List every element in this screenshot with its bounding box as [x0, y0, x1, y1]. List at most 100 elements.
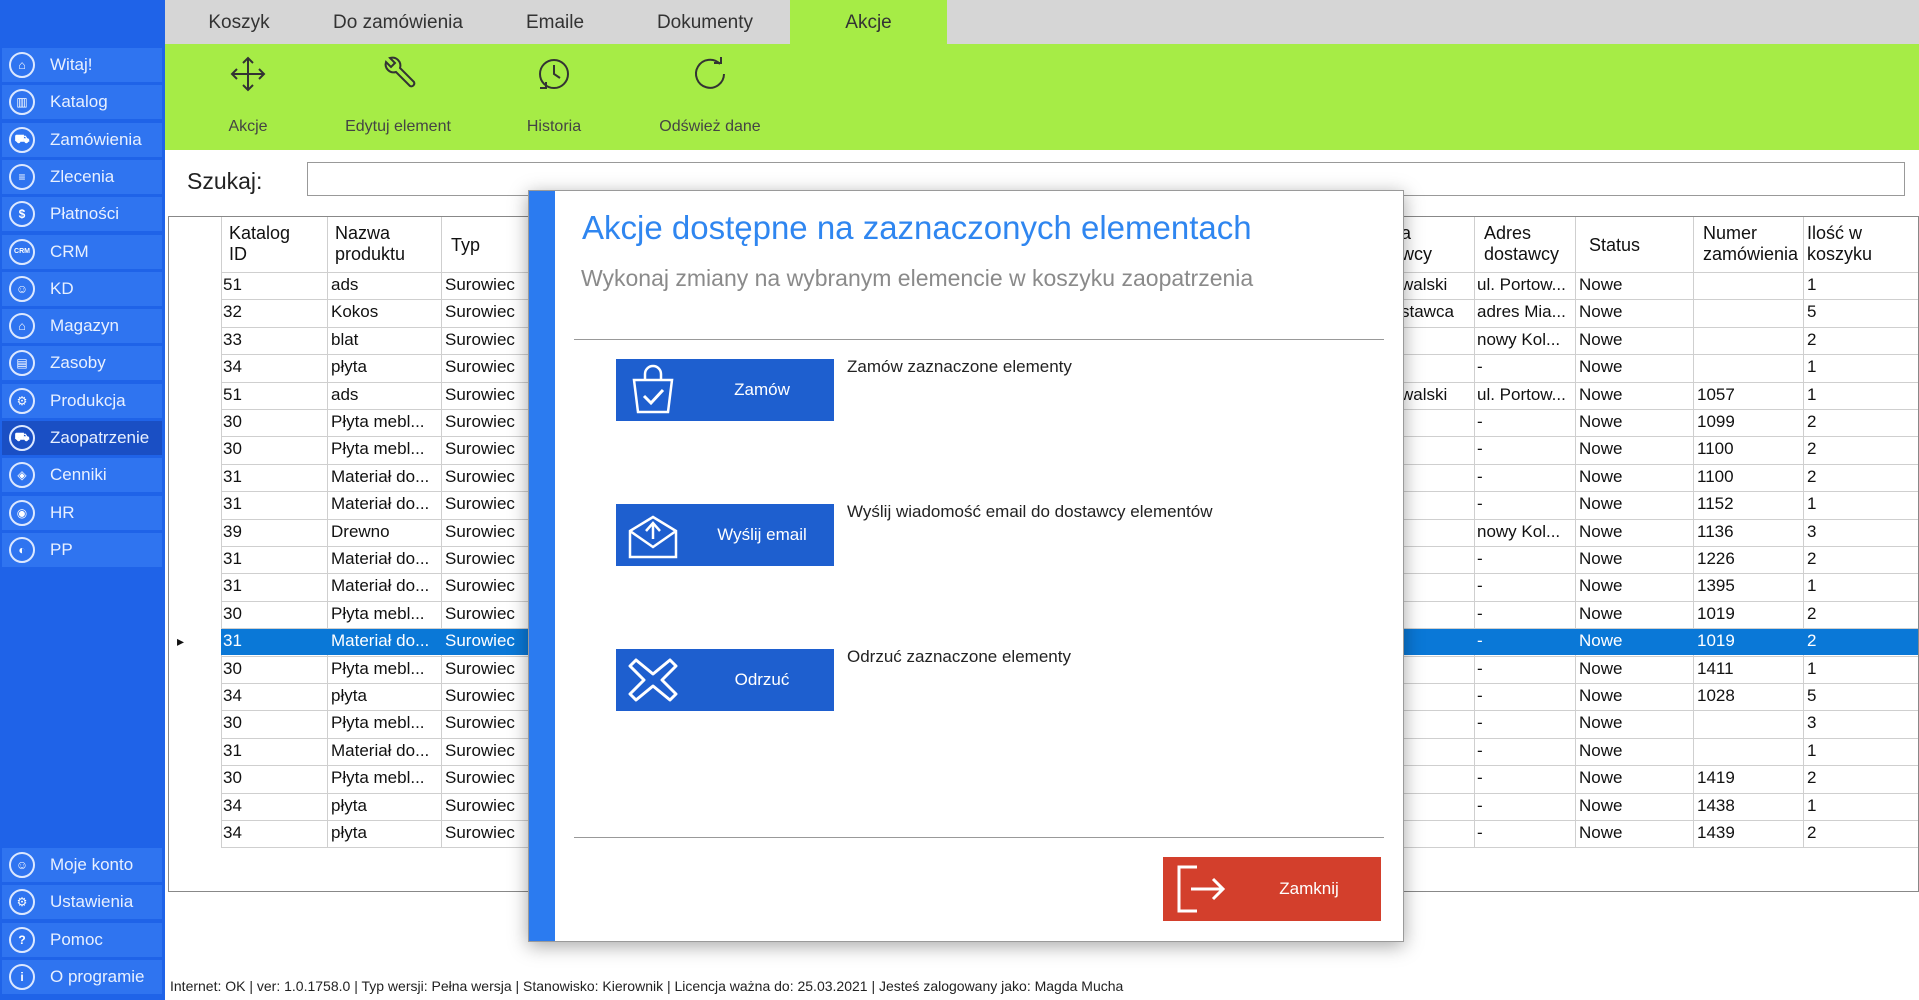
table-cell[interactable]: Materiał do... [331, 628, 443, 654]
table-cell[interactable]: stawca [1401, 299, 1463, 325]
header-katalog-id[interactable]: Katalog ID [229, 223, 309, 265]
table-cell[interactable]: Nowe [1579, 573, 1687, 599]
table-cell[interactable]: Nowe [1579, 519, 1687, 545]
table-cell[interactable]: 1226 [1697, 546, 1807, 572]
table-cell[interactable]: nowy Kol... [1477, 519, 1585, 545]
sidebar-item-witaj-[interactable]: ⌂ Witaj! [2, 48, 162, 82]
table-cell[interactable]: Nowe [1579, 409, 1687, 435]
table-cell[interactable]: ul. Portow... [1477, 382, 1585, 408]
table-cell[interactable]: Płyta mebl... [331, 765, 443, 791]
table-cell[interactable]: Nowe [1579, 793, 1687, 819]
odrzuc-button[interactable]: Odrzuć [616, 649, 834, 711]
table-cell[interactable]: 1 [1807, 656, 1907, 682]
table-cell[interactable]: - [1477, 656, 1585, 682]
table-cell[interactable]: - [1477, 710, 1585, 736]
table-cell[interactable]: 2 [1807, 464, 1907, 490]
table-cell[interactable]: Drewno [331, 519, 443, 545]
table-cell[interactable]: 1 [1807, 793, 1907, 819]
table-cell[interactable]: 31 [223, 628, 323, 654]
table-cell[interactable]: 31 [223, 491, 323, 517]
table-cell[interactable]: 1028 [1697, 683, 1807, 709]
table-cell[interactable]: 1099 [1697, 409, 1807, 435]
wyslij-email-button[interactable]: Wyślij email [616, 504, 834, 566]
table-cell[interactable]: 2 [1807, 820, 1907, 846]
sidebar-item-cenniki[interactable]: ◈ Cenniki [2, 458, 162, 493]
table-cell[interactable]: Materiał do... [331, 491, 443, 517]
table-cell[interactable]: Materiał do... [331, 546, 443, 572]
header-numer-zamowienia[interactable]: Numer zamówienia [1703, 223, 1799, 265]
table-cell[interactable]: Nowe [1579, 765, 1687, 791]
table-cell[interactable]: 1 [1807, 382, 1907, 408]
table-cell[interactable]: - [1477, 628, 1585, 654]
table-cell[interactable]: 51 [223, 272, 323, 298]
zamknij-button[interactable]: Zamknij [1163, 857, 1381, 921]
table-cell[interactable]: - [1477, 573, 1585, 599]
table-cell[interactable]: 34 [223, 793, 323, 819]
table-cell[interactable]: blat [331, 327, 443, 353]
sidebar-item-zasoby[interactable]: ▤ Zasoby [2, 346, 162, 381]
table-cell[interactable]: 1 [1807, 272, 1907, 298]
table-cell[interactable]: Nowe [1579, 710, 1687, 736]
table-cell[interactable]: płyta [331, 793, 443, 819]
table-cell[interactable]: 1152 [1697, 491, 1807, 517]
sidebar-item-zaopatrzenie[interactable]: ⛟ Zaopatrzenie [2, 421, 162, 455]
table-cell[interactable]: płyta [331, 354, 443, 380]
table-cell[interactable]: Płyta mebl... [331, 436, 443, 462]
table-cell[interactable]: - [1477, 793, 1585, 819]
table-cell[interactable]: Nowe [1579, 683, 1687, 709]
header-adres-dostawcy[interactable]: Adres dostawcy [1484, 223, 1584, 265]
table-cell[interactable]: 5 [1807, 299, 1907, 325]
table-cell[interactable]: 1 [1807, 354, 1907, 380]
table-cell[interactable]: 34 [223, 820, 323, 846]
table-cell[interactable]: 30 [223, 601, 323, 627]
sidebar-item-moje-konto[interactable]: ☺ Moje konto [2, 848, 162, 882]
table-cell[interactable]: 2 [1807, 765, 1907, 791]
sidebar-item-crm[interactable]: CRM CRM [2, 234, 162, 269]
tab-dokumenty[interactable]: Dokumenty [635, 0, 775, 44]
table-cell[interactable]: Płyta mebl... [331, 409, 443, 435]
table-cell[interactable]: 1019 [1697, 601, 1807, 627]
table-cell[interactable]: 1057 [1697, 382, 1807, 408]
table-cell[interactable]: Kokos [331, 299, 443, 325]
table-cell[interactable]: Materiał do... [331, 738, 443, 764]
header-nazwa-produktu[interactable]: Nazwa produktu [335, 223, 435, 265]
table-cell[interactable]: Nowe [1579, 272, 1687, 298]
table-cell[interactable]: 30 [223, 710, 323, 736]
table-cell[interactable]: 5 [1807, 683, 1907, 709]
table-cell[interactable]: - [1477, 354, 1585, 380]
table-cell[interactable]: 39 [223, 519, 323, 545]
table-cell[interactable]: walski [1401, 382, 1463, 408]
table-cell[interactable]: - [1477, 409, 1585, 435]
table-cell[interactable]: 31 [223, 464, 323, 490]
table-cell[interactable]: Nowe [1579, 299, 1687, 325]
table-cell[interactable]: Nowe [1579, 354, 1687, 380]
table-cell[interactable]: 1411 [1697, 656, 1807, 682]
table-cell[interactable]: Nowe [1579, 820, 1687, 846]
table-cell[interactable]: 2 [1807, 327, 1907, 353]
table-cell[interactable]: adres Mia... [1477, 299, 1585, 325]
table-cell[interactable]: 1438 [1697, 793, 1807, 819]
odswiez-dane-button[interactable]: Odśwież dane [635, 50, 785, 142]
table-cell[interactable]: 30 [223, 656, 323, 682]
table-cell[interactable]: Nowe [1579, 656, 1687, 682]
table-cell[interactable]: 1395 [1697, 573, 1807, 599]
table-cell[interactable]: Płyta mebl... [331, 601, 443, 627]
table-cell[interactable]: 1 [1807, 738, 1907, 764]
sidebar-item-pomoc[interactable]: ? Pomoc [2, 922, 162, 957]
sidebar-item-ustawienia[interactable]: ⚙ Ustawienia [2, 885, 162, 920]
sidebar-item-pp[interactable]: ◐ PP [2, 532, 162, 567]
table-cell[interactable]: płyta [331, 820, 443, 846]
sidebar-item-magazyn[interactable]: ⌂ Magazyn [2, 309, 162, 344]
table-cell[interactable]: ul. Portow... [1477, 272, 1585, 298]
table-cell[interactable]: 30 [223, 765, 323, 791]
header-status[interactable]: Status [1589, 235, 1679, 256]
table-cell[interactable]: Nowe [1579, 738, 1687, 764]
tab-koszyk[interactable]: Koszyk [189, 0, 289, 44]
table-cell[interactable]: 3 [1807, 710, 1907, 736]
table-cell[interactable]: walski [1401, 272, 1463, 298]
table-cell[interactable]: Nowe [1579, 382, 1687, 408]
table-cell[interactable]: 2 [1807, 436, 1907, 462]
sidebar-item-zlecenia[interactable]: ≡ Zlecenia [2, 159, 162, 194]
sidebar-item-hr[interactable]: ◉ HR [2, 495, 162, 530]
table-cell[interactable]: 1419 [1697, 765, 1807, 791]
